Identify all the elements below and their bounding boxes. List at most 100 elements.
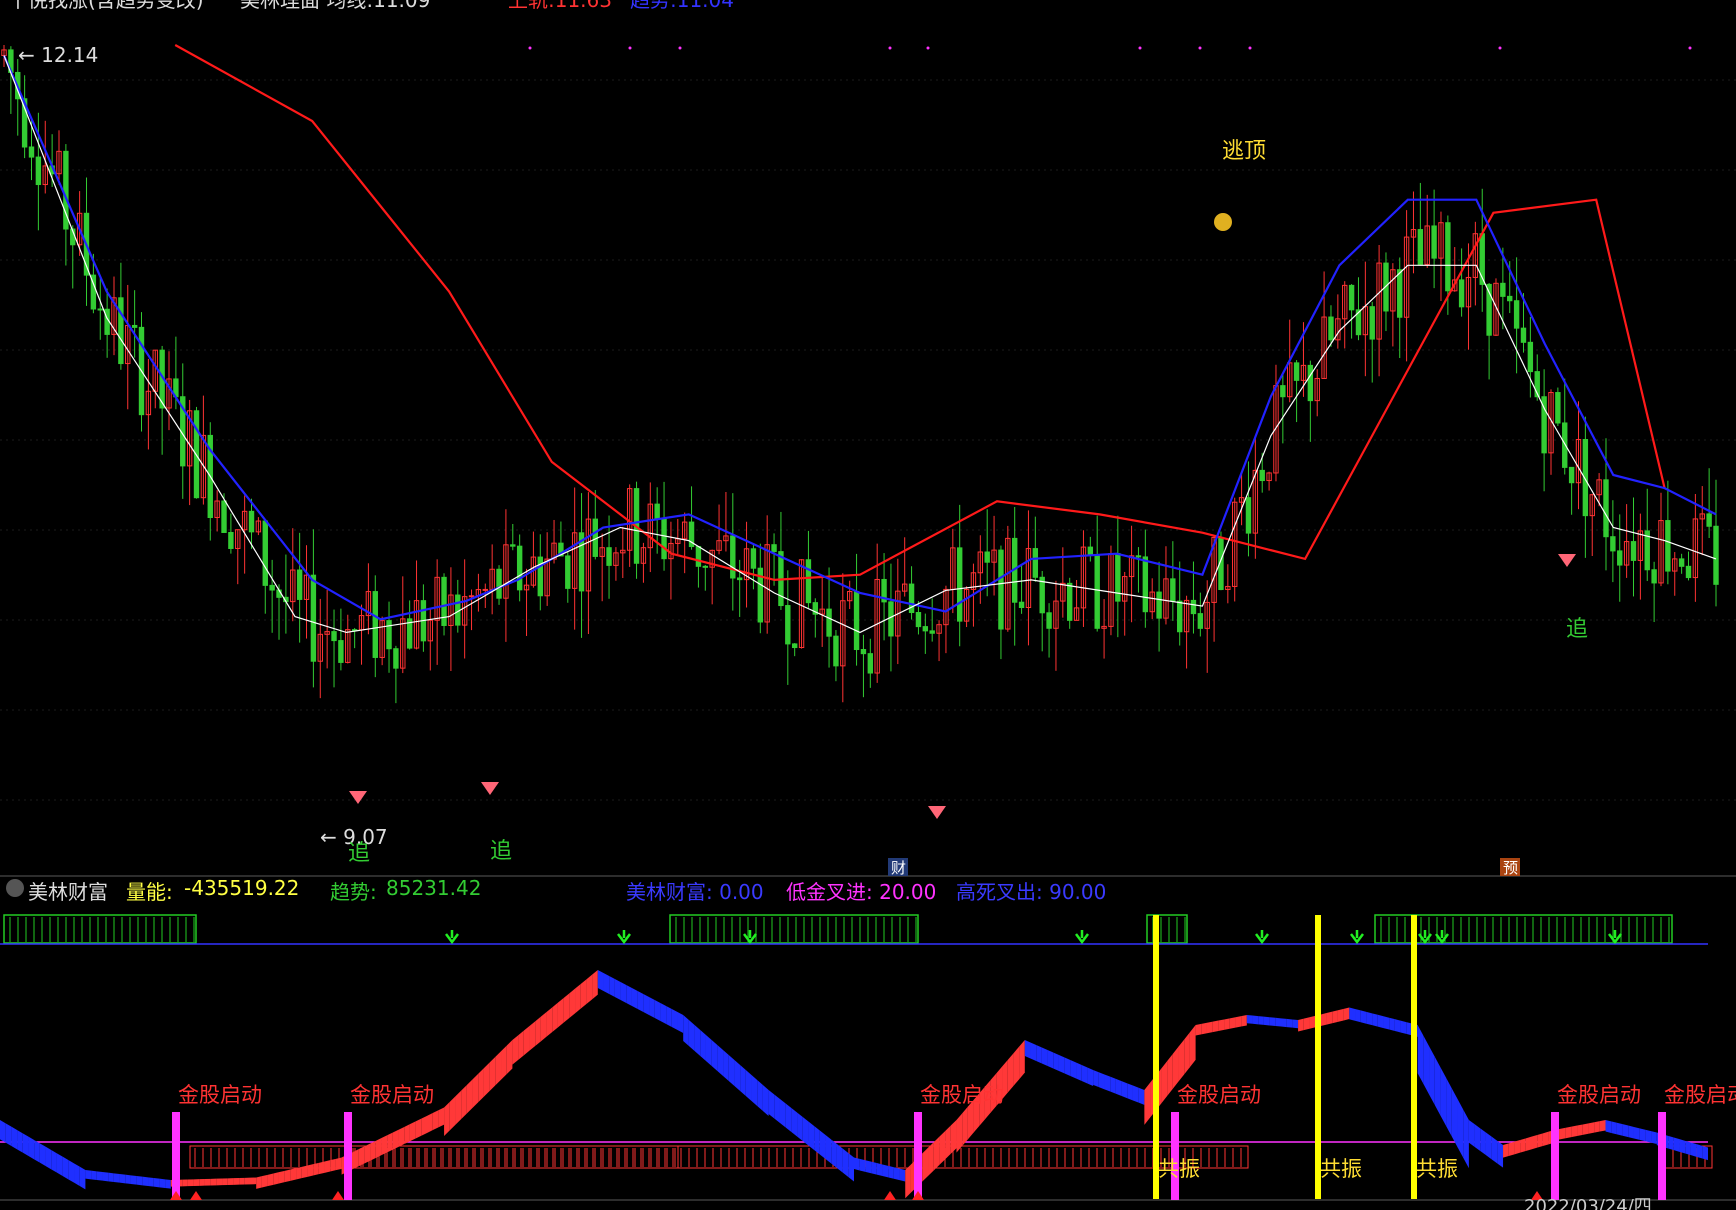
resonance-label: 共振 <box>1158 1157 1200 1181</box>
wealth-ribbon-segment <box>779 1099 786 1128</box>
wealth-ribbon-segment <box>614 979 621 1000</box>
candle-body <box>915 612 922 628</box>
start-signal-bar <box>1658 1112 1666 1200</box>
wealth-ribbon-segment <box>313 1162 319 1176</box>
wealth-ribbon-segment <box>483 1062 490 1097</box>
wealth-ribbon-segment <box>1178 1039 1185 1082</box>
candle-body <box>393 648 399 669</box>
wealth-ribbon-segment <box>165 1179 171 1189</box>
price-lines <box>2 44 1717 634</box>
wealth-ribbon-segment <box>1235 1016 1242 1028</box>
wealth-ribbon-segment <box>643 994 650 1015</box>
signal-dot <box>1138 46 1142 50</box>
bottom-date-label: 2022/03/24/四 <box>1524 1196 1652 1210</box>
wealth-ribbon-segment <box>1121 1081 1128 1099</box>
wealth-ribbon-segment <box>1292 1019 1299 1029</box>
wealth-ribbon-segment <box>552 1002 558 1032</box>
candle-body <box>1170 578 1176 602</box>
chase-label: 追 <box>1566 617 1588 642</box>
candle-body <box>702 565 709 568</box>
candle-body <box>1018 601 1025 609</box>
wealth-ribbon-segment <box>1372 1013 1378 1027</box>
wealth-ribbon-segment <box>506 1040 513 1075</box>
wealth-ribbon-segment <box>381 1135 388 1156</box>
wealth-ribbon-segment <box>495 1051 502 1086</box>
candle-body <box>1445 222 1451 292</box>
wealth-ribbon-segment <box>267 1173 274 1187</box>
candle-body <box>1156 591 1162 619</box>
wealth-ribbon-segment <box>1571 1125 1578 1138</box>
candle-body <box>1555 392 1561 424</box>
wealth-ribbon-segment <box>256 1176 262 1189</box>
wealth-ribbon-segment <box>700 1030 706 1061</box>
wealth-ribbon-segment <box>649 997 655 1018</box>
wealth-ribbon-segment <box>1582 1123 1589 1135</box>
candle-body <box>1259 469 1265 482</box>
wealth-ribbon-segment <box>757 1080 763 1111</box>
wealth-ribbon-segment <box>62 1156 69 1180</box>
wealth-ribbon-segment <box>1673 1137 1680 1152</box>
wealth-ribbon-segment <box>1668 1135 1674 1151</box>
candle-body <box>269 584 275 591</box>
wealth-ribbon-segment <box>1451 1088 1458 1148</box>
wealth-ribbon-segment <box>1030 1042 1037 1061</box>
moving-average-line <box>3 55 1717 634</box>
start-label: 金股启动 <box>178 1083 262 1107</box>
candle-body <box>785 605 791 645</box>
wealth-ribbon-segment <box>290 1168 297 1181</box>
wealth-ribbon-segment <box>461 1085 467 1120</box>
wealth-ribbon-segment <box>1309 1015 1316 1029</box>
candle-body <box>482 588 488 591</box>
wealth-ribbon-segment <box>278 1170 285 1184</box>
wealth-ribbon-segment <box>1115 1078 1122 1096</box>
wealth-ribbon-segment <box>1332 1010 1338 1024</box>
wealth-ribbon-segment <box>501 1045 507 1080</box>
wealth-ribbon-segment <box>28 1136 35 1160</box>
candle-body <box>296 569 303 600</box>
wealth-ribbon-segment <box>244 1177 251 1185</box>
wealth-ribbon-segment <box>597 970 604 991</box>
chase-label: 追 <box>348 841 370 866</box>
wealth-ribbon-segment <box>688 1020 695 1051</box>
signal-dot <box>888 46 892 50</box>
candle-body <box>1431 225 1437 259</box>
candle-body <box>730 535 736 579</box>
diamond-icon <box>1558 554 1576 567</box>
wealth-ribbon-segment <box>1480 1128 1486 1156</box>
candle-body <box>496 568 502 599</box>
wealth-ribbon-segment <box>159 1178 166 1188</box>
wealth-ribbon-segment <box>136 1176 143 1186</box>
down-arrow-icon <box>1075 930 1089 945</box>
wealth-ribbon-segment <box>728 1055 735 1086</box>
wealth-ribbon-segment <box>409 1121 416 1142</box>
wealth-ribbon-segment <box>711 1040 718 1071</box>
candle-body <box>1039 576 1045 614</box>
wealth-ribbon-segment <box>1076 1062 1082 1081</box>
wealth-ribbon-segment <box>318 1161 325 1175</box>
wealth-ribbon-segment <box>1241 1015 1247 1027</box>
green-signal-box <box>669 914 919 944</box>
wealth-ribbon-segment <box>273 1172 279 1185</box>
candle-body <box>805 559 812 604</box>
wealth-ribbon-segment <box>905 1164 911 1199</box>
wealth-ribbon-segment <box>1565 1126 1572 1139</box>
wealth-ribbon-segment <box>1605 1120 1612 1133</box>
candle-body <box>1568 466 1575 484</box>
wealth-ribbon-segment <box>182 1179 188 1187</box>
wealth-ribbon-segment <box>546 1007 553 1037</box>
wealth-ribbon-segment <box>1389 1017 1395 1031</box>
candle-body <box>1397 269 1403 318</box>
candle-body <box>750 548 757 569</box>
wealth-ribbon-segment <box>1685 1140 1691 1156</box>
wealth-ribbon-segment <box>1542 1131 1549 1146</box>
candle-body <box>984 551 990 563</box>
candle-body <box>1458 279 1465 308</box>
wealth-ribbon-segment <box>96 1171 103 1181</box>
resonance-label: 共振 <box>1416 1157 1458 1181</box>
collapse-icon[interactable] <box>6 879 24 897</box>
candle-body <box>1651 569 1657 584</box>
wealth-ribbon-segment <box>455 1090 462 1125</box>
wealth-ribbon-segment <box>631 988 638 1009</box>
candle-body <box>1678 558 1685 567</box>
wealth-ribbon-segment <box>1184 1032 1190 1075</box>
